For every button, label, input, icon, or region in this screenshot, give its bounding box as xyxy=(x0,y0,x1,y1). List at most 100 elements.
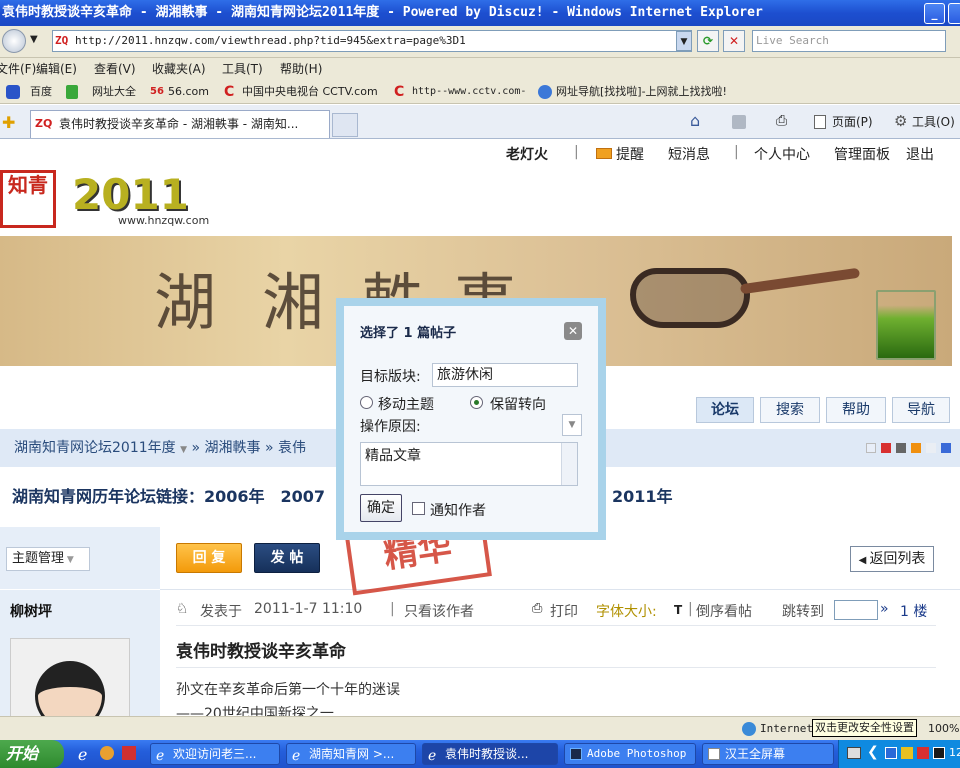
nav-help[interactable]: 帮助 xyxy=(826,397,886,423)
confirm-button[interactable]: 确定 xyxy=(360,494,402,522)
add-favorites-icon[interactable]: ✚ xyxy=(2,113,15,132)
close-icon[interactable]: ✕ xyxy=(564,322,582,340)
font-size-toggle[interactable]: T xyxy=(674,603,682,617)
stop-icon[interactable]: ✕ xyxy=(723,30,745,52)
cctv-icon: C xyxy=(224,84,235,100)
reason-textarea[interactable]: 精品文章 xyxy=(360,442,578,486)
chevron-left-icon[interactable]: ❮ xyxy=(867,744,879,760)
fav-hao123[interactable]: 网址大全 xyxy=(92,80,136,104)
task-photoshop[interactable]: Adobe Photoshop xyxy=(564,743,696,765)
menu-edit[interactable]: 编辑(E) xyxy=(36,58,77,80)
nav-forum[interactable]: 论坛 xyxy=(696,397,754,423)
tab-bar: ✚ ZQ 袁伟时教授谈辛亥革命 - 湖湘軼事 - 湖南知... ⌂ ⎙ 页面(P… xyxy=(0,105,960,139)
tab-current[interactable]: ZQ 袁伟时教授谈辛亥革命 - 湖湘軼事 - 湖南知... xyxy=(30,110,330,138)
font-size-label: 字体大小: xyxy=(596,604,657,620)
quicklaunch-icon[interactable] xyxy=(122,746,136,760)
fav-zhaozhaola[interactable]: 网址导航[找找啦]-上网就上找找啦! xyxy=(556,80,727,104)
tray-icon[interactable] xyxy=(901,747,913,759)
breadcrumb-home[interactable]: 湖南知青网论坛2011年度 xyxy=(14,440,176,456)
banner-glyph: 湖 xyxy=(153,266,216,339)
quicklaunch-icon[interactable] xyxy=(100,746,114,760)
task-hnzqw[interactable]: ℯ 湖南知青网 >... xyxy=(286,743,416,765)
start-button[interactable]: 开始 xyxy=(0,740,64,768)
notify-link[interactable]: 提醒 xyxy=(616,144,644,164)
menu-file[interactable]: 文件(F) xyxy=(0,58,36,80)
refresh-icon[interactable]: ⟳ xyxy=(697,30,719,52)
only-author-link[interactable]: 只看该作者 xyxy=(404,601,474,621)
nav-search[interactable]: 搜索 xyxy=(760,397,820,423)
reason-dropdown-icon[interactable]: ▼ xyxy=(562,414,582,436)
color-swatch[interactable] xyxy=(896,443,906,453)
keyboard-icon[interactable] xyxy=(847,747,861,759)
color-swatch[interactable] xyxy=(866,443,876,453)
minimize-button[interactable]: _ xyxy=(924,3,945,24)
tray-icon[interactable] xyxy=(885,747,897,759)
task-current[interactable]: ℯ 袁伟时教授谈... xyxy=(422,743,558,765)
sunglasses-image xyxy=(630,268,750,328)
color-swatch[interactable] xyxy=(926,443,936,453)
post-author[interactable]: 柳树坪 xyxy=(10,601,52,621)
color-swatch[interactable] xyxy=(911,443,921,453)
task-hanwang[interactable]: 汉王全屏幕 xyxy=(702,743,834,765)
page-menu[interactable]: 页面(P) xyxy=(832,113,873,130)
nav-navigation[interactable]: 导航 xyxy=(892,397,950,423)
jump-go-icon[interactable]: » xyxy=(880,601,889,617)
color-swatch[interactable] xyxy=(881,443,891,453)
menu-view[interactable]: 查看(V) xyxy=(94,58,136,80)
clock[interactable]: 12 xyxy=(949,746,960,759)
maximize-button[interactable] xyxy=(948,3,960,24)
sunglasses-arm xyxy=(739,267,861,295)
reverse-order-link[interactable]: 倒序看帖 xyxy=(696,601,752,621)
address-input[interactable]: ZQ http://2011.hnzqw.com/viewthread.php?… xyxy=(52,30,692,52)
move-thread-radio[interactable] xyxy=(360,396,373,409)
back-to-list-button[interactable]: ◀ 返回列表 xyxy=(850,546,934,572)
tray-icon[interactable] xyxy=(917,747,929,759)
breadcrumb-forum[interactable]: 湖湘軼事 xyxy=(204,440,260,456)
address-url: http://2011.hnzqw.com/viewthread.php?tid… xyxy=(75,34,466,47)
tools-menu[interactable]: 工具(O) xyxy=(912,113,955,130)
live-search-input[interactable]: Live Search xyxy=(752,30,946,52)
task-welcome[interactable]: ℯ 欢迎访问老三... xyxy=(150,743,280,765)
address-dropdown-icon[interactable]: ▼ xyxy=(676,31,692,51)
favorites-bar: 百度 网址大全 56 56.com C 中国中央电视台 CCTV.com C h… xyxy=(0,80,960,104)
reply-button[interactable]: 回 复 xyxy=(176,543,242,573)
username-link[interactable]: 老灯火 xyxy=(506,144,548,164)
notify-author-checkbox[interactable] xyxy=(412,502,425,515)
home-icon[interactable]: ⌂ xyxy=(690,111,700,130)
menu-tools[interactable]: 工具(T) xyxy=(222,58,263,80)
ie-quicklaunch-icon[interactable]: ℯ xyxy=(78,745,87,764)
keep-redirect-radio[interactable] xyxy=(470,396,483,409)
print-link[interactable]: 打印 xyxy=(550,601,578,621)
color-swatch[interactable] xyxy=(941,443,951,453)
new-post-button[interactable]: 发 帖 xyxy=(254,543,320,573)
jump-label: 跳转到 xyxy=(782,604,824,620)
site-favicon-icon: ZQ xyxy=(55,34,69,47)
feeds-icon[interactable] xyxy=(732,115,746,129)
tray-icon[interactable] xyxy=(933,747,945,759)
fav-baidu[interactable]: 百度 xyxy=(30,80,52,104)
back-icon[interactable] xyxy=(2,29,26,53)
fav-56[interactable]: 56.com xyxy=(168,80,209,104)
scrollbar[interactable] xyxy=(561,443,577,485)
link-2011[interactable]: 2011年 xyxy=(612,467,673,527)
print-icon[interactable]: ⎙ xyxy=(776,113,787,129)
thread-main: 回 复 发 帖 ◀ 返回列表 ♘ 发表于 2011-1-7 11:10 | 只看… xyxy=(160,527,960,716)
jump-floor-input[interactable] xyxy=(834,600,878,620)
keep-redirect-label: 保留转向 xyxy=(490,397,546,413)
menu-favorites[interactable]: 收藏夹(A) xyxy=(152,58,206,80)
zone-label[interactable]: Internet xyxy=(760,717,813,741)
avatar[interactable] xyxy=(10,638,130,716)
target-forum-input[interactable]: 旅游休闲 xyxy=(432,363,578,387)
fav-cctv-url[interactable]: http--www.cctv.com- xyxy=(412,80,526,104)
messages-link[interactable]: 短消息 xyxy=(668,144,710,164)
fav-cctv[interactable]: 中国中央电视台 CCTV.com xyxy=(242,80,378,104)
zoom-level[interactable]: 100% xyxy=(928,717,959,741)
admin-link[interactable]: 管理面板 xyxy=(834,144,890,164)
profile-link[interactable]: 个人中心 xyxy=(754,144,810,164)
logout-link[interactable]: 退出 xyxy=(906,144,934,164)
menu-help[interactable]: 帮助(H) xyxy=(280,58,322,80)
thread-manage-select[interactable]: 主题管理 ▼ xyxy=(6,547,90,571)
history-dropdown-icon[interactable]: ▼ xyxy=(30,34,38,45)
new-tab-button[interactable] xyxy=(332,113,358,137)
divider xyxy=(176,625,936,626)
